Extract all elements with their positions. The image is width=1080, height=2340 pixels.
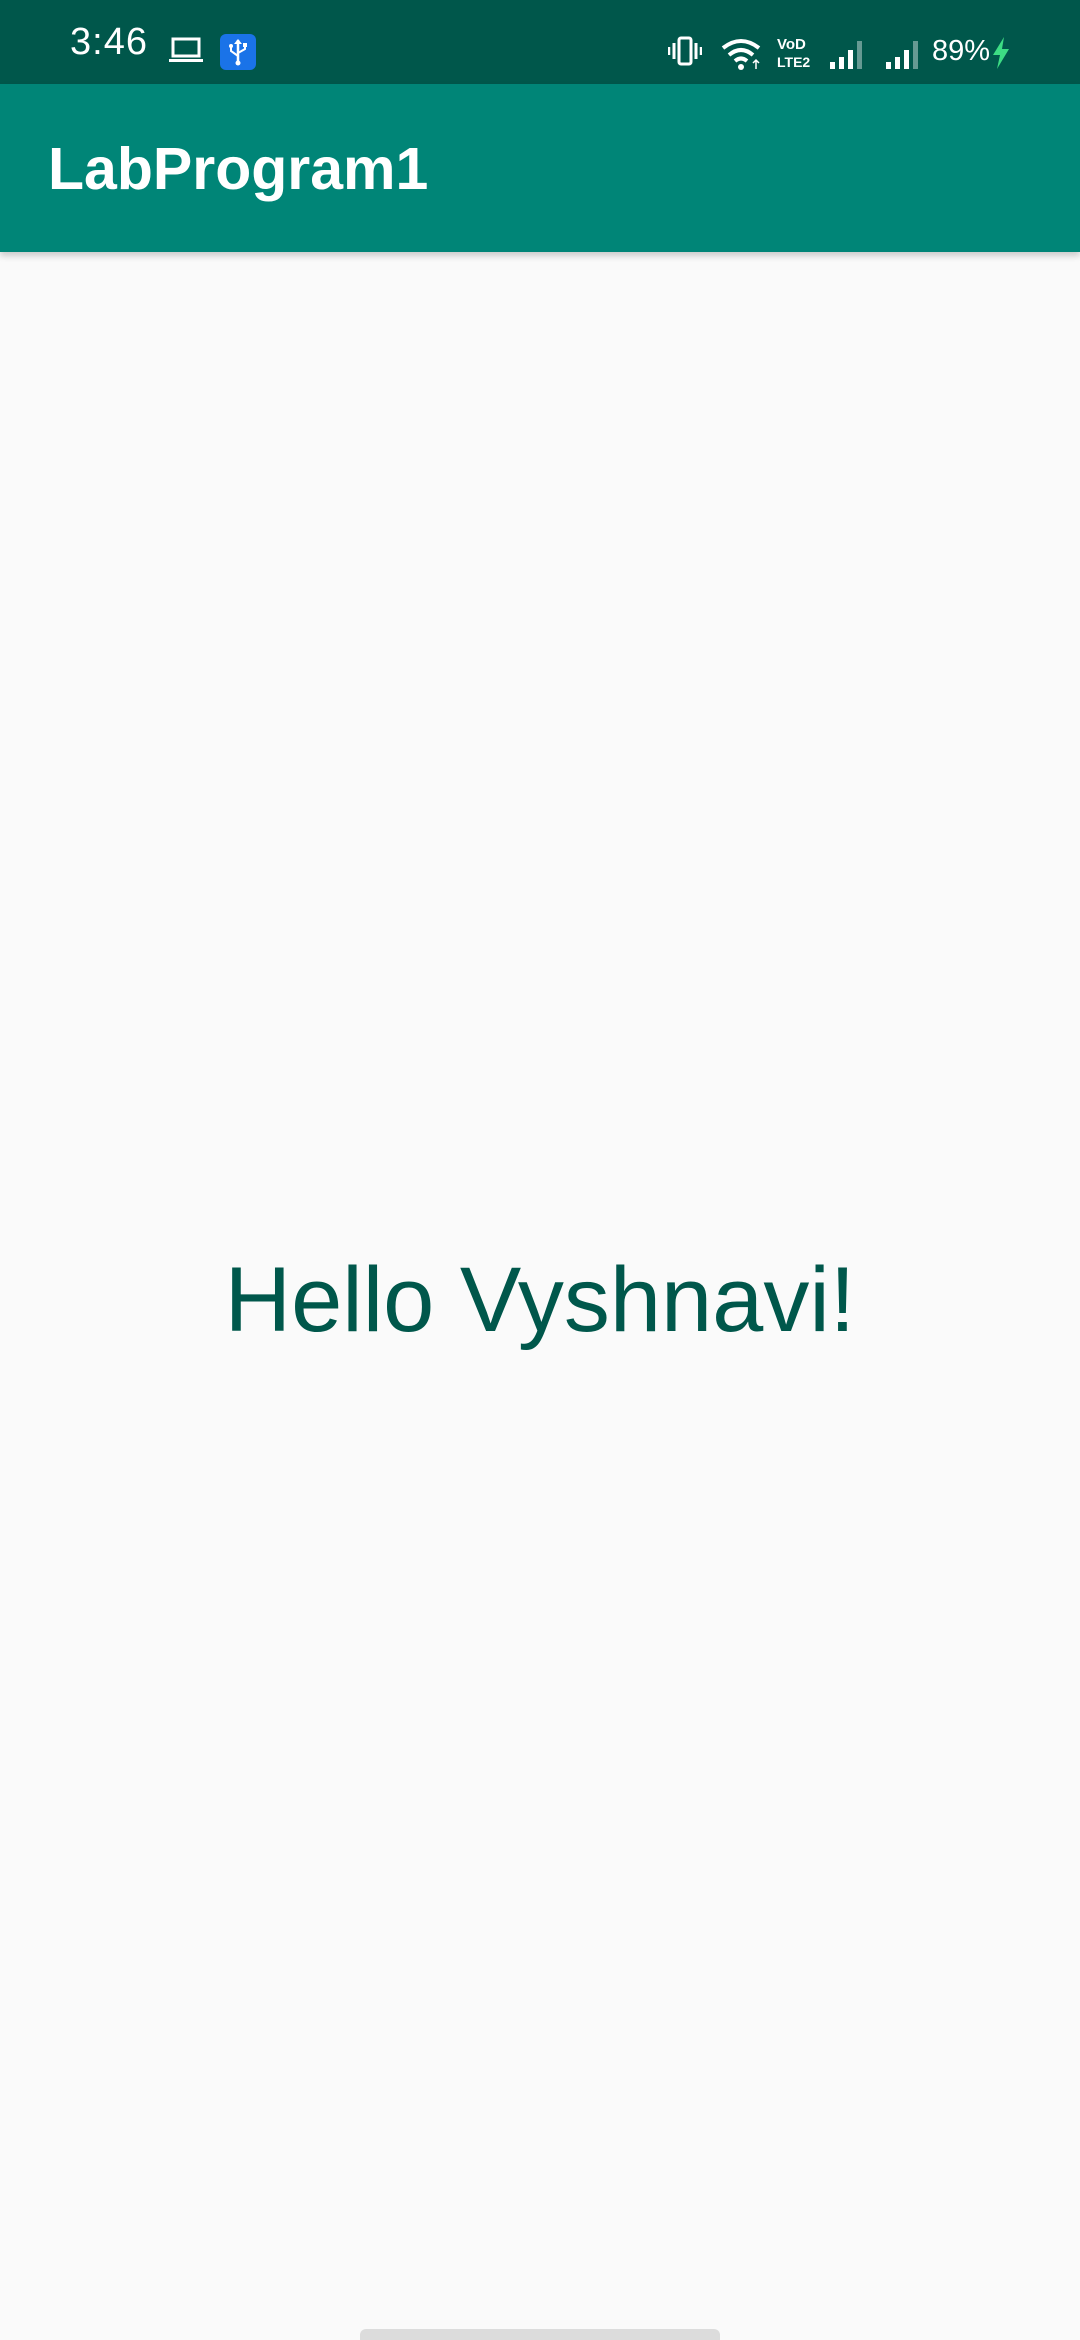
- vibrate-icon: [668, 36, 702, 66]
- charging-icon: [993, 37, 1009, 69]
- screen: 3:46 VoD LTE2 89% LabProgram1 Hello Vysh…: [0, 0, 1080, 2340]
- gesture-handle[interactable]: [360, 2329, 720, 2340]
- status-time: 3:46: [70, 21, 148, 63]
- status-bar: 3:46 VoD LTE2 89%: [0, 0, 1080, 84]
- signal-icon: [886, 41, 918, 69]
- volte-icon: VoD LTE2: [777, 36, 810, 70]
- laptop-icon: [169, 37, 203, 62]
- app-title: LabProgram1: [48, 136, 429, 202]
- greeting-text: Hello Vyshnavi!: [224, 1249, 856, 1351]
- usb-icon: [220, 34, 256, 70]
- svg-text:VoD: VoD: [777, 36, 806, 53]
- app-bar: LabProgram1: [0, 84, 1080, 252]
- wifi-icon: [721, 39, 761, 70]
- battery-percent: 89%: [932, 35, 991, 67]
- signal-icon: [830, 41, 862, 69]
- svg-text:LTE2: LTE2: [777, 54, 810, 70]
